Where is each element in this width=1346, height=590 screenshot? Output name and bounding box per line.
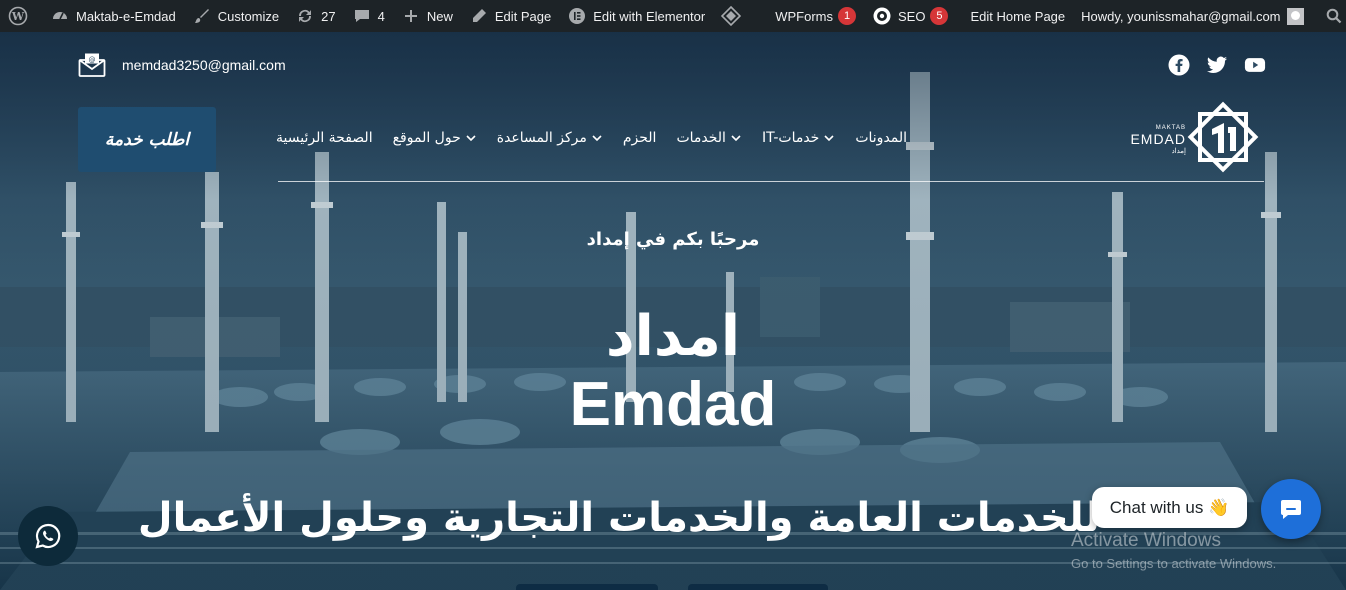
wpforms-badge: 1 bbox=[838, 7, 857, 25]
customize-label: Customize bbox=[217, 8, 280, 24]
hero-tagline: للخدمات العامة والخدمات التجارية وحلول ا… bbox=[140, 495, 1100, 541]
diamond-icon bbox=[721, 6, 742, 26]
menu-item-home[interactable]: الصفحة الرئيسية bbox=[276, 130, 373, 146]
hero-section: @ memdad3250@gmail.com اطلب خدمة الصفحة … bbox=[0, 32, 1346, 590]
site-logo[interactable]: MAKTAB EMDAD إمداد bbox=[1126, 97, 1262, 177]
request-service-button[interactable]: اطلب خدمة bbox=[78, 107, 216, 172]
updates-count: 27 bbox=[321, 8, 336, 24]
edit-home-page-link[interactable]: Edit Home Page bbox=[962, 0, 1073, 32]
dashboard-icon bbox=[50, 6, 70, 26]
twitter-icon[interactable] bbox=[1206, 54, 1228, 76]
comments-icon bbox=[352, 6, 372, 26]
admin-search-button[interactable] bbox=[1312, 0, 1346, 32]
chevron-down-icon bbox=[466, 135, 476, 142]
menu-item-packages[interactable]: الحزم bbox=[623, 130, 657, 146]
chat-greeting-label: Chat with us 👋 bbox=[1109, 497, 1230, 517]
seo-badge: 5 bbox=[930, 7, 949, 25]
svg-text:W: W bbox=[11, 10, 25, 23]
edit-home-page-label: Edit Home Page bbox=[970, 8, 1066, 24]
chat-launcher-button[interactable] bbox=[1261, 479, 1321, 539]
main-menu: الصفحة الرئيسية حول الموقع مركز المساعدة… bbox=[276, 130, 927, 146]
logo-text: MAKTAB EMDAD إمداد bbox=[1128, 125, 1186, 155]
elementor-link[interactable]: Edit with Elementor bbox=[559, 0, 713, 32]
wordpress-icon: W bbox=[8, 6, 28, 26]
elementor-icon bbox=[567, 6, 587, 26]
edit-page-label: Edit Page bbox=[494, 8, 552, 24]
menu-item-label: مركز المساعدة bbox=[496, 130, 587, 146]
nav-divider bbox=[278, 181, 1264, 182]
site-name-menu[interactable]: Maktab-e-Emdad bbox=[42, 0, 184, 32]
hero-button-right[interactable] bbox=[688, 584, 828, 590]
menu-item-about[interactable]: حول الموقع bbox=[393, 130, 477, 146]
logo-text-big: EMDAD bbox=[1130, 131, 1186, 147]
wordpress-menu[interactable]: W bbox=[0, 0, 42, 32]
chat-icon bbox=[1281, 500, 1301, 519]
howdy-label: Howdy, younissmahar@gmail.com bbox=[1081, 8, 1281, 24]
comments-count: 4 bbox=[377, 8, 385, 24]
chevron-down-icon bbox=[592, 135, 602, 142]
contact-email[interactable]: @ memdad3250@gmail.com bbox=[78, 52, 286, 78]
logo-text-arabic: إمداد bbox=[1171, 148, 1186, 155]
activate-windows-subtitle: Go to Settings to activate Windows. bbox=[1071, 556, 1277, 571]
social-links bbox=[1168, 54, 1266, 76]
menu-item-label: حول الموقع bbox=[392, 130, 461, 146]
chat-greeting-bubble[interactable]: Chat with us 👋 bbox=[1092, 487, 1247, 528]
welcome-text: مرحبًا بكم في إمداد bbox=[586, 229, 760, 250]
menu-item-blogs[interactable]: المدونات bbox=[855, 130, 907, 146]
youtube-icon[interactable] bbox=[1244, 54, 1266, 76]
seo-menu[interactable]: SEO 5 bbox=[864, 0, 956, 32]
menu-item-label: الحزم bbox=[622, 130, 657, 146]
chevron-down-icon bbox=[731, 135, 741, 142]
whatsapp-button[interactable] bbox=[18, 506, 78, 566]
hero-button-left[interactable] bbox=[516, 584, 658, 590]
svg-text:@: @ bbox=[89, 56, 96, 64]
hero-title-arabic: امداد bbox=[605, 304, 741, 369]
email-text: memdad3250@gmail.com bbox=[122, 57, 286, 73]
search-icon bbox=[1326, 8, 1342, 24]
new-label: New bbox=[426, 8, 453, 24]
menu-item-help-center[interactable]: مركز المساعدة bbox=[497, 130, 603, 146]
pencil-icon bbox=[469, 6, 489, 26]
elementor-label: Edit with Elementor bbox=[593, 8, 706, 24]
menu-item-label: الصفحة الرئيسية bbox=[276, 130, 373, 146]
avatar bbox=[1286, 7, 1304, 25]
menu-item-it-services[interactable]: IT-خدمات bbox=[762, 130, 835, 146]
menu-item-label: IT-خدمات bbox=[761, 130, 820, 146]
edit-page-link[interactable]: Edit Page bbox=[461, 0, 559, 32]
hero-title-english: Emdad bbox=[569, 370, 777, 439]
new-content-menu[interactable]: New bbox=[393, 0, 461, 32]
whatsapp-icon bbox=[35, 523, 61, 549]
wpforms-menu[interactable]: WPForms 1 bbox=[767, 0, 864, 32]
plus-icon bbox=[401, 6, 421, 26]
envelope-icon: @ bbox=[78, 52, 106, 78]
wp-admin-bar: W Maktab-e-Emdad Customize 27 4 New Edit… bbox=[0, 0, 1346, 32]
facebook-icon[interactable] bbox=[1168, 54, 1190, 76]
wpforms-label: WPForms bbox=[775, 8, 834, 24]
request-service-label: اطلب خدمة bbox=[104, 129, 190, 150]
brush-icon bbox=[192, 6, 212, 26]
seo-gear-icon bbox=[872, 6, 892, 26]
menu-item-label: المدونات bbox=[855, 130, 908, 146]
menu-item-label: الخدمات bbox=[676, 130, 726, 146]
diamond-plugin-link[interactable] bbox=[713, 0, 755, 32]
activate-windows-watermark: Activate Windows Go to Settings to activ… bbox=[1071, 530, 1276, 571]
menu-item-services[interactable]: الخدمات bbox=[676, 130, 742, 146]
seo-label: SEO bbox=[898, 8, 926, 24]
activate-windows-title: Activate Windows bbox=[1071, 530, 1221, 551]
customize-link[interactable]: Customize bbox=[184, 0, 287, 32]
updates-icon bbox=[295, 6, 315, 26]
comments-link[interactable]: 4 bbox=[344, 0, 393, 32]
chevron-down-icon bbox=[824, 135, 834, 142]
site-name-label: Maktab-e-Emdad bbox=[76, 8, 176, 24]
my-account-menu[interactable]: Howdy, younissmahar@gmail.com bbox=[1073, 0, 1311, 32]
logo-mark-icon bbox=[1187, 101, 1259, 173]
updates-link[interactable]: 27 bbox=[287, 0, 343, 32]
